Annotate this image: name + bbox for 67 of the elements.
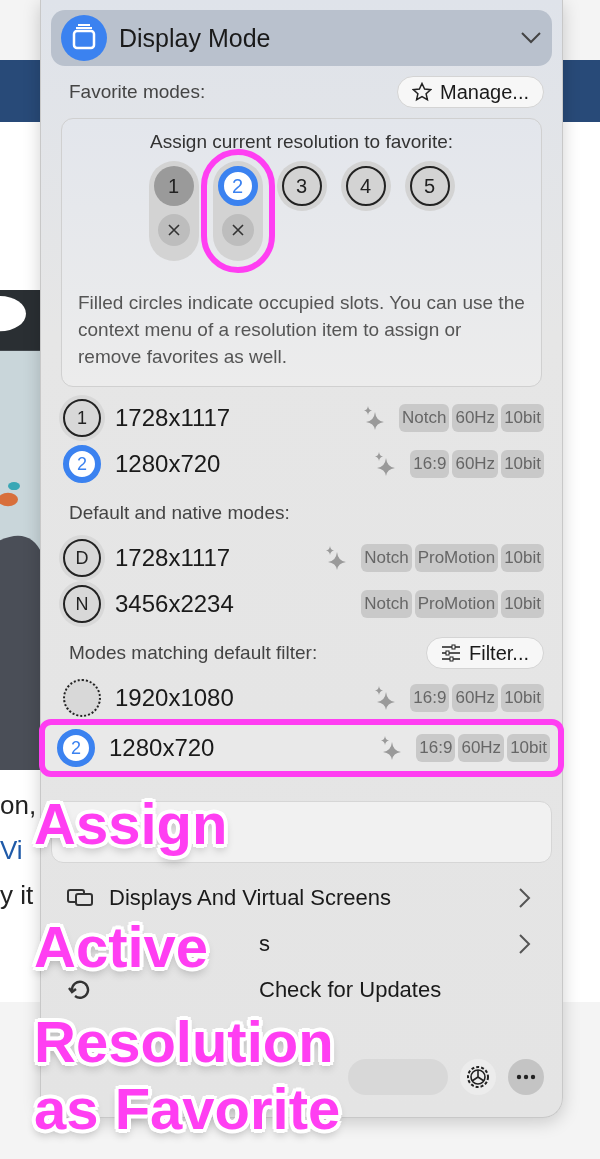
resolution-item[interactable]: 1 1728x1117 Notch 60Hz 10bit — [51, 395, 552, 441]
manage-button[interactable]: Manage... — [397, 76, 544, 108]
star-icon — [412, 82, 433, 102]
mode-tag: Notch — [361, 590, 412, 618]
mode-tag: 10bit — [501, 404, 544, 432]
section-label: Favorite modes: — [69, 81, 206, 103]
gear-icon — [464, 1063, 492, 1091]
caption-text: Resolution — [34, 1008, 334, 1075]
mode-tag: 10bit — [501, 590, 544, 618]
resolution-item[interactable]: D 1728x1117 Notch ProMotion 10bit — [51, 535, 552, 581]
page-link[interactable]: Vi — [0, 835, 23, 866]
caption-text: Assign — [34, 790, 228, 857]
resolution-label: 1280x720 — [115, 450, 222, 478]
filter-button[interactable]: Filter... — [426, 637, 544, 669]
resolution-label: 1728x1117 — [115, 404, 232, 432]
mode-tag: Notch — [399, 404, 450, 432]
settings-button[interactable] — [460, 1059, 496, 1095]
slot-badge: 2 — [63, 445, 101, 483]
resolution-item[interactable]: 2 1280x720 16:9 60Hz 10bit — [51, 441, 552, 487]
slot-badge: 1 — [63, 399, 101, 437]
resolution-label: 3456x2234 — [115, 590, 235, 618]
ellipsis-icon — [516, 1074, 536, 1080]
remove-icon[interactable] — [157, 214, 190, 246]
sliders-icon — [441, 643, 461, 663]
mode-tag: 16:9 — [410, 450, 450, 478]
remove-icon[interactable] — [221, 214, 254, 246]
menu-item[interactable]: s — [259, 931, 270, 957]
dotted-circle-icon — [63, 679, 101, 717]
resolution-label: 1280x720 — [109, 734, 216, 762]
chevron-icon — [520, 31, 542, 45]
mode-tag: 60Hz — [452, 404, 499, 432]
caption-text: Active — [34, 913, 209, 980]
slot-badge: 2 — [57, 729, 95, 767]
mode-tag: 10bit — [501, 544, 544, 572]
mode-tag: 16:9 — [410, 684, 450, 712]
more-button[interactable] — [508, 1059, 544, 1095]
resolution-label: 1920x1080 — [115, 684, 235, 712]
menu-title: Display Mode — [119, 23, 272, 53]
resolution-item[interactable]: N 3456x2234 Notch ProMotion 10bit — [51, 581, 552, 627]
mode-tag: ProMotion — [414, 544, 499, 572]
mode-tag: 10bit — [501, 450, 544, 478]
menu-item[interactable]: Check for Updates — [259, 977, 442, 1003]
assign-title: Assign current resolution to favorite: — [149, 131, 454, 153]
favorite-slot[interactable]: 1 — [148, 161, 199, 261]
section-label: Default and native modes: — [69, 502, 290, 524]
mode-tag: 60Hz — [452, 684, 499, 712]
mode-tag: 10bit — [507, 734, 550, 762]
mode-tag: 16:9 — [416, 734, 456, 762]
mode-tag: 10bit — [501, 684, 544, 712]
slot-number: 1 — [153, 166, 194, 206]
resolution-label: 1728x1117 — [115, 544, 232, 572]
section-label: Modes matching default filter: — [69, 642, 318, 664]
slot-number: 2 — [217, 166, 258, 206]
page-text: y it — [0, 880, 34, 911]
page-text: on, — [0, 790, 37, 820]
app-icon — [61, 15, 107, 61]
slot-badge: D — [63, 539, 101, 577]
mode-tag: 60Hz — [458, 734, 505, 762]
mode-tag: Notch — [361, 544, 412, 572]
hint-text: Filled circles indicate occupied slots. You can use the context menu of a resolution item to assign or remove favorites as well. — [78, 291, 525, 369]
mode-tag: ProMotion — [414, 590, 499, 618]
slot-badge: N — [63, 585, 101, 623]
menu-header[interactable]: Display Mode — [51, 10, 552, 66]
mode-tag: 60Hz — [452, 450, 499, 478]
resolution-item[interactable]: 1920x1080 16:9 60Hz 10bit — [51, 675, 552, 721]
caption-text: as Favorite — [34, 1075, 341, 1142]
menu-item[interactable]: Displays And Virtual Screens — [109, 885, 392, 911]
